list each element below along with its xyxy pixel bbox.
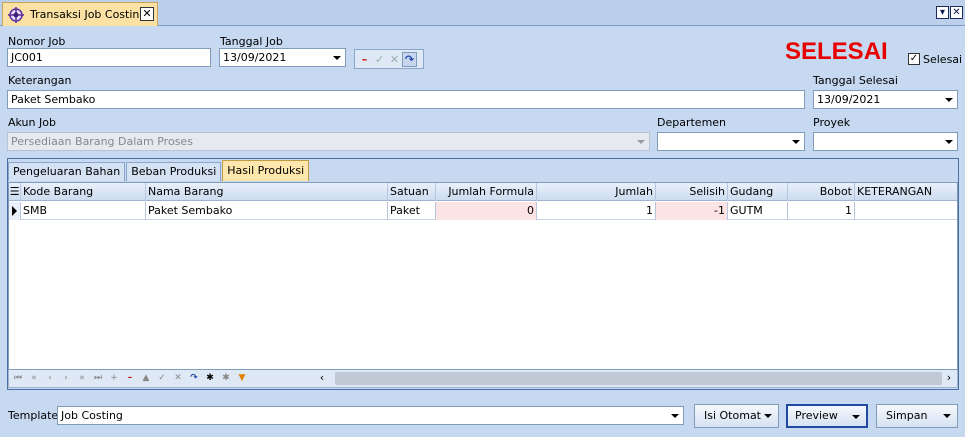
cell-selisih: -1 — [656, 202, 728, 220]
proyek-label: Proyek — [813, 116, 851, 129]
grid-header: ☰ Kode Barang Nama Barang Satuan Jumlah … — [9, 183, 957, 201]
column-header[interactable]: Jumlah — [537, 183, 656, 201]
proyek-select[interactable] — [813, 132, 958, 151]
nomor-job-label: Nomor Job — [8, 35, 66, 48]
filter-icon[interactable]: ▼ — [235, 371, 249, 386]
status-badge: SELESAI — [785, 38, 888, 65]
chevron-down-icon[interactable] — [941, 92, 956, 107]
close-tab-icon[interactable]: ✕ — [140, 7, 154, 21]
simpan-button[interactable]: Simpan — [876, 404, 958, 428]
refresh-icon[interactable]: ↷ — [187, 371, 201, 386]
tanggal-selesai-input[interactable]: 13/09/2021 — [813, 90, 958, 109]
tab-title: Transaksi Job Costing — [30, 8, 147, 21]
template-select[interactable]: Job Costing — [57, 406, 684, 425]
append-icon[interactable]: + — [107, 371, 121, 386]
departemen-select[interactable] — [657, 132, 805, 151]
scroll-left-icon[interactable]: ‹ — [315, 371, 329, 386]
edit-icon[interactable]: ▲ — [139, 371, 153, 386]
column-header[interactable]: Kode Barang — [21, 183, 146, 201]
delete-record-icon[interactable]: – — [123, 371, 137, 386]
chevron-down-icon[interactable] — [788, 134, 803, 149]
tab-pengeluaran-bahan[interactable]: Pengeluaran Bahan — [8, 162, 126, 181]
column-header[interactable]: Jumlah Formula — [436, 183, 537, 201]
column-header[interactable]: Nama Barang — [146, 183, 388, 201]
cell-nama-barang[interactable]: Paket Sembako — [146, 202, 388, 220]
template-label: Template — [8, 409, 59, 422]
tab-hasil-produksi[interactable]: Hasil Produksi — [222, 160, 310, 181]
minus-icon[interactable]: – — [357, 52, 372, 67]
simpan-label: Simpan — [886, 409, 928, 422]
bookmark-icon[interactable]: ✱ — [203, 371, 217, 386]
tab-transaksi-job-costing[interactable]: Transaksi Job Costing ✕ — [2, 2, 158, 26]
akun-job-select: Persediaan Barang Dalam Proses — [7, 132, 650, 151]
cell-jumlah[interactable]: 1 — [537, 202, 656, 220]
chevron-down-icon — [764, 414, 772, 418]
isi-otomatis-label: Isi Otomat — [704, 409, 761, 422]
last-page-icon[interactable]: ⏭ — [91, 371, 105, 386]
table-row[interactable]: SMB Paket Sembako Paket 0 1 -1 GUTM 1 — [9, 202, 957, 220]
window-close-button[interactable]: ✕ — [950, 6, 963, 19]
chevron-down-icon — [633, 134, 648, 149]
keterangan-input[interactable]: Paket Sembako — [7, 90, 805, 109]
selesai-checkbox-label: Selesai — [923, 53, 963, 66]
horizontal-scrollbar-thumb[interactable] — [335, 372, 942, 385]
column-header[interactable]: Satuan — [388, 183, 436, 201]
window-menu-button[interactable]: ▾ — [936, 6, 949, 19]
grid-navigator: ⏮ « ‹ › » ⏭ + – ▲ ✓ ✕ ↷ ✱ ✱ ▼ ‹ › — [8, 370, 958, 388]
cell-kode-barang[interactable]: SMB — [21, 202, 146, 220]
row-indicator-icon — [9, 202, 21, 220]
column-header[interactable]: Selisih — [656, 183, 728, 201]
chevron-down-icon — [943, 414, 951, 418]
preview-label: Preview — [795, 409, 838, 422]
preview-button[interactable]: Preview — [786, 404, 868, 428]
cell-satuan[interactable]: Paket — [388, 202, 436, 220]
tanggal-job-value: 13/09/2021 — [223, 51, 287, 64]
akun-job-label: Akun Job — [8, 116, 56, 129]
next-page-icon[interactable]: » — [75, 371, 89, 386]
tab-beban-produksi[interactable]: Beban Produksi — [126, 162, 222, 181]
column-header[interactable]: KETERANGAN — [855, 183, 957, 201]
cell-gudang[interactable]: GUTM — [728, 202, 788, 220]
panel-tabs: Pengeluaran Bahan Beban Produksi Hasil P… — [8, 160, 310, 181]
selesai-checkbox[interactable]: ✓ — [908, 53, 920, 65]
cell-bobot[interactable]: 1 — [788, 202, 855, 220]
tanggal-selesai-label: Tanggal Selesai — [813, 74, 898, 87]
next-record-icon[interactable]: › — [59, 371, 73, 386]
akun-job-value: Persediaan Barang Dalam Proses — [11, 135, 193, 148]
chevron-down-icon[interactable] — [329, 50, 344, 65]
template-value: Job Costing — [61, 409, 123, 422]
hasil-produksi-grid[interactable]: ☰ Kode Barang Nama Barang Satuan Jumlah … — [8, 182, 958, 370]
scroll-right-icon[interactable]: › — [942, 371, 956, 386]
isi-otomatis-button[interactable]: Isi Otomat — [694, 404, 779, 428]
prev-page-icon[interactable]: « — [27, 371, 41, 386]
cell-keterangan[interactable] — [855, 202, 957, 220]
check-icon[interactable]: ✓ — [372, 52, 387, 67]
departemen-label: Departemen — [657, 116, 727, 129]
chevron-down-icon — [852, 415, 860, 419]
post-icon[interactable]: ✓ — [155, 371, 169, 386]
cell-jumlah-formula: 0 — [436, 202, 537, 220]
refresh-icon[interactable]: ↷ — [402, 51, 417, 67]
first-page-icon[interactable]: ⏮ — [11, 371, 25, 386]
date-toolbar: – ✓ ✕ ↷ — [354, 49, 424, 69]
chevron-down-icon[interactable] — [667, 408, 682, 423]
cancel-icon[interactable]: ✕ — [387, 52, 402, 67]
nomor-job-input[interactable]: JC001 — [7, 48, 211, 67]
tanggal-job-input[interactable]: 13/09/2021 — [219, 48, 346, 67]
chevron-down-icon[interactable] — [941, 134, 956, 149]
keterangan-label: Keterangan — [8, 74, 72, 87]
tanggal-selesai-value: 13/09/2021 — [817, 93, 881, 106]
prev-record-icon[interactable]: ‹ — [43, 371, 57, 386]
document-tabstrip: Transaksi Job Costing ✕ ▾ ✕ — [0, 0, 965, 26]
cancel-edit-icon[interactable]: ✕ — [171, 371, 185, 386]
column-header[interactable]: Gudang — [728, 183, 788, 201]
goto-bookmark-icon[interactable]: ✱ — [219, 371, 233, 386]
tanggal-job-label: Tanggal Job — [220, 35, 283, 48]
job-costing-icon — [8, 6, 24, 23]
column-chooser-icon[interactable]: ☰ — [9, 183, 21, 201]
column-header[interactable]: Bobot — [788, 183, 855, 201]
